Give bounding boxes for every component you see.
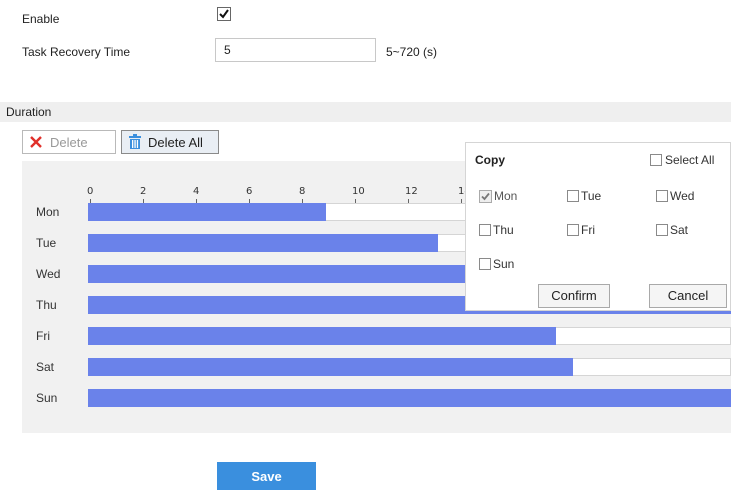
delete-button[interactable]: Delete [22, 130, 116, 154]
select-all-checkbox[interactable]: Select All [650, 153, 714, 167]
time-tick-label: 12 [405, 186, 418, 197]
copy-option-label: Tue [581, 189, 602, 203]
schedule-bar-tue[interactable] [88, 234, 438, 252]
day-label-fri: Fri [36, 329, 50, 343]
copy-title: Copy [475, 153, 505, 167]
copy-option-sun[interactable]: Sun [479, 257, 514, 271]
copy-option-mon: Mon [479, 189, 517, 203]
copy-option-thu[interactable]: Thu [479, 223, 514, 237]
checkbox-box [567, 190, 579, 202]
checkmark-icon [479, 189, 492, 203]
time-tick-label: 0 [87, 186, 94, 197]
day-label-sat: Sat [36, 360, 55, 374]
close-icon [29, 135, 43, 149]
time-tick-label: 8 [299, 186, 306, 197]
copy-option-label: Thu [493, 223, 514, 237]
cancel-button[interactable]: Cancel [649, 284, 727, 308]
time-tick-label: 2 [140, 186, 147, 197]
checkmark-icon [217, 7, 231, 21]
select-all-label: Select All [665, 153, 715, 167]
schedule-bar-fri[interactable] [88, 327, 556, 345]
save-button[interactable]: Save [217, 462, 316, 490]
checkbox-box [656, 224, 668, 236]
checkbox-box [650, 154, 662, 166]
delete-all-label: Delete All [148, 134, 203, 150]
copy-option-label: Wed [670, 189, 695, 203]
copy-option-wed[interactable]: Wed [656, 189, 694, 203]
copy-option-fri[interactable]: Fri [567, 223, 595, 237]
schedule-bar-sun[interactable] [88, 389, 731, 407]
copy-option-tue[interactable]: Tue [567, 189, 601, 203]
copy-option-sat[interactable]: Sat [656, 223, 688, 237]
delete-label: Delete [50, 134, 88, 150]
copy-option-label: Fri [581, 223, 595, 237]
time-tick-label: 10 [352, 186, 365, 197]
time-tick-label: 6 [246, 186, 253, 197]
copy-option-label: Sat [670, 223, 689, 237]
delete-all-button[interactable]: Delete All [121, 130, 219, 154]
schedule-bar-mon[interactable] [88, 203, 326, 221]
copy-option-label: Mon [494, 189, 518, 203]
copy-option-label: Sun [493, 257, 515, 271]
duration-label: Duration [6, 105, 52, 119]
copy-popup: Copy Select All Mon Tue Wed Thu Fri Sat Sun Co… [465, 142, 731, 311]
recovery-range-hint: 5~720 (s) [386, 45, 438, 59]
day-label-sun: Sun [36, 391, 58, 405]
checkbox-box [656, 190, 668, 202]
day-label-tue: Tue [36, 236, 57, 250]
confirm-button[interactable]: Confirm [538, 284, 610, 308]
enable-label: Enable [22, 12, 60, 26]
day-label-mon: Mon [36, 205, 60, 219]
checkbox-box [479, 224, 491, 236]
time-tick-label: 4 [193, 186, 200, 197]
task-recovery-time-label: Task Recovery Time [22, 45, 131, 59]
trash-icon [128, 134, 142, 150]
schedule-bar-sat[interactable] [88, 358, 573, 376]
task-recovery-time-input[interactable] [215, 38, 376, 62]
day-label-wed: Wed [36, 267, 61, 281]
day-label-thu: Thu [36, 298, 57, 312]
checkbox-box [479, 258, 491, 270]
checkbox-box [567, 224, 579, 236]
enable-checkbox[interactable] [217, 7, 231, 21]
duration-section-header: Duration [0, 102, 731, 122]
